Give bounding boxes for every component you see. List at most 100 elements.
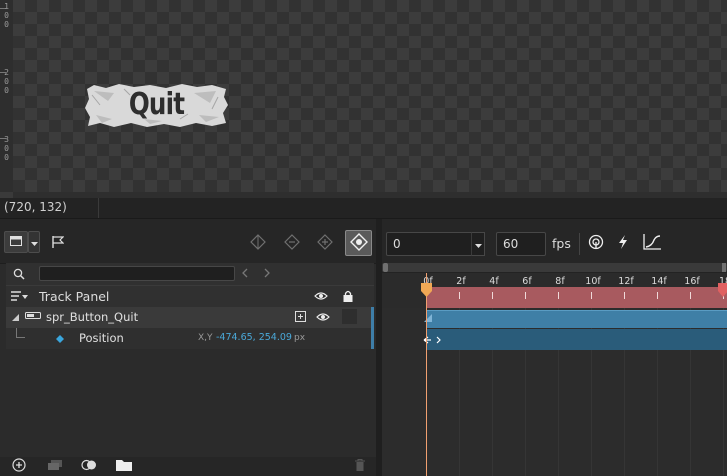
axis-label: X,Y [198,333,213,343]
frame-tick [624,292,625,299]
playhead-line[interactable] [426,273,427,476]
dopesheet-panel: fps 0f2f4f6f8f10f12f14f16f18 [382,219,727,476]
rectangle-icon [10,235,22,249]
record-keyframe-toggle[interactable] [345,230,372,256]
chevron-down-icon [474,237,482,251]
toolbar-divider [579,233,580,255]
frame-label: 6f [522,276,532,287]
diamond-icon [55,334,64,343]
visibility-all-toggle[interactable] [312,289,330,305]
add-track-button[interactable] [10,458,28,475]
track-search-input[interactable] [39,266,235,281]
quit-button-sprite[interactable]: Quit [84,83,229,128]
frame-ruler[interactable]: 0f2f4f6f8f10f12f14f16f18 [382,273,727,308]
room-viewport[interactable]: 100 200 300 Quit [0,0,727,198]
range-end-marker[interactable] [718,283,727,297]
sprite-track-icon [25,311,41,321]
track-visibility-toggle[interactable] [314,310,332,326]
sprite-track-bar[interactable] [424,310,727,328]
track-panel-title: Track Panel [39,289,110,304]
folder-icon [116,459,132,474]
quit-label: Quit [128,87,185,122]
chevron-right-icon [264,267,270,281]
dopesheet-track-area[interactable] [382,308,727,476]
frame-label: 4f [489,276,499,287]
frame-label: 8f [555,276,565,287]
position-track-bar[interactable] [423,329,727,350]
lightning-icon [618,234,628,252]
stack-icon [47,459,63,474]
plus-circle-icon [12,458,26,475]
diamond-plus-icon [317,233,333,253]
frame-tick [558,292,559,299]
diamond-split-icon [250,233,266,253]
tree-connector [16,328,25,338]
frame-label: 10f [585,276,601,287]
ruler-tick: 200 [4,68,9,95]
sort-menu-button[interactable] [10,290,30,304]
trash-icon [355,459,365,474]
search-prev-button[interactable] [239,267,251,281]
fps-input[interactable] [496,232,546,256]
position-value[interactable]: -474.65, 254.09 [216,332,292,343]
frame-tick [657,292,658,299]
playhead-marker[interactable] [421,283,432,297]
list-sort-icon [11,290,29,304]
lock-all-toggle[interactable] [340,289,356,305]
view-mode-dropdown[interactable] [28,231,40,253]
add-keyframe-button[interactable] [314,233,336,253]
flag-button[interactable] [48,233,68,253]
folder-button[interactable] [114,458,134,475]
frame-tick [525,292,526,299]
fps-label: fps [552,236,571,251]
track-row[interactable]: spr_Button_Quit [6,307,374,328]
search-icon [12,267,26,281]
status-bar: (720, 132) [0,198,727,219]
frame-label: 16f [684,276,700,287]
selection-accent [371,307,374,328]
diamond-minus-icon [284,233,300,253]
diamond-record-icon [349,232,368,254]
timeline-scrollbar[interactable] [382,263,727,273]
lock-icon [343,290,353,305]
track-row[interactable]: Position X,Y -474.65, 254.09 px [6,328,374,349]
eye-icon [316,311,330,325]
frame-dropdown-button[interactable] [471,232,485,256]
loop-mode-button[interactable] [587,234,605,252]
track-panel: Track Panel spr_Button_Quit Position X,Y… [0,219,376,476]
remove-keyframe-button[interactable] [281,233,303,253]
frame-tick [591,292,592,299]
jump-keyframe-button[interactable] [247,233,269,253]
delete-track-button[interactable] [352,458,368,475]
sequence-toolbar [0,219,376,264]
collapse-arrow-icon[interactable] [10,312,20,322]
frame-label: 2f [456,276,466,287]
chevron-left-icon [242,267,248,281]
current-frame-input[interactable] [386,232,476,256]
add-property-button[interactable] [293,311,307,325]
track-lock-toggle[interactable] [342,309,357,324]
loop-icon [588,234,604,253]
frame-tick [459,292,460,299]
snap-toggle[interactable] [615,234,631,252]
ruler-tick: 100 [4,2,9,29]
blend-button[interactable] [79,458,99,475]
search-next-button[interactable] [261,267,273,281]
playback-range[interactable] [426,287,727,308]
frame-label: 14f [651,276,667,287]
ruler-tick: 300 [4,135,9,162]
plus-box-icon [294,311,306,325]
property-name: Position [79,331,124,345]
curve-editor-button[interactable] [642,233,662,252]
scroll-handle[interactable] [722,263,726,272]
timeline-toolbar: fps [382,219,727,264]
cursor-coordinates: (720, 132) [4,200,67,214]
duplicate-track-button[interactable] [45,458,65,475]
track-panel-footer [0,457,376,476]
eye-icon [314,290,328,304]
vertical-ruler: 100 200 300 [0,0,14,192]
view-mode-button[interactable] [4,231,28,253]
unit-label: px [294,333,306,343]
scroll-handle[interactable] [383,263,388,272]
track-list-empty-area [6,349,374,457]
